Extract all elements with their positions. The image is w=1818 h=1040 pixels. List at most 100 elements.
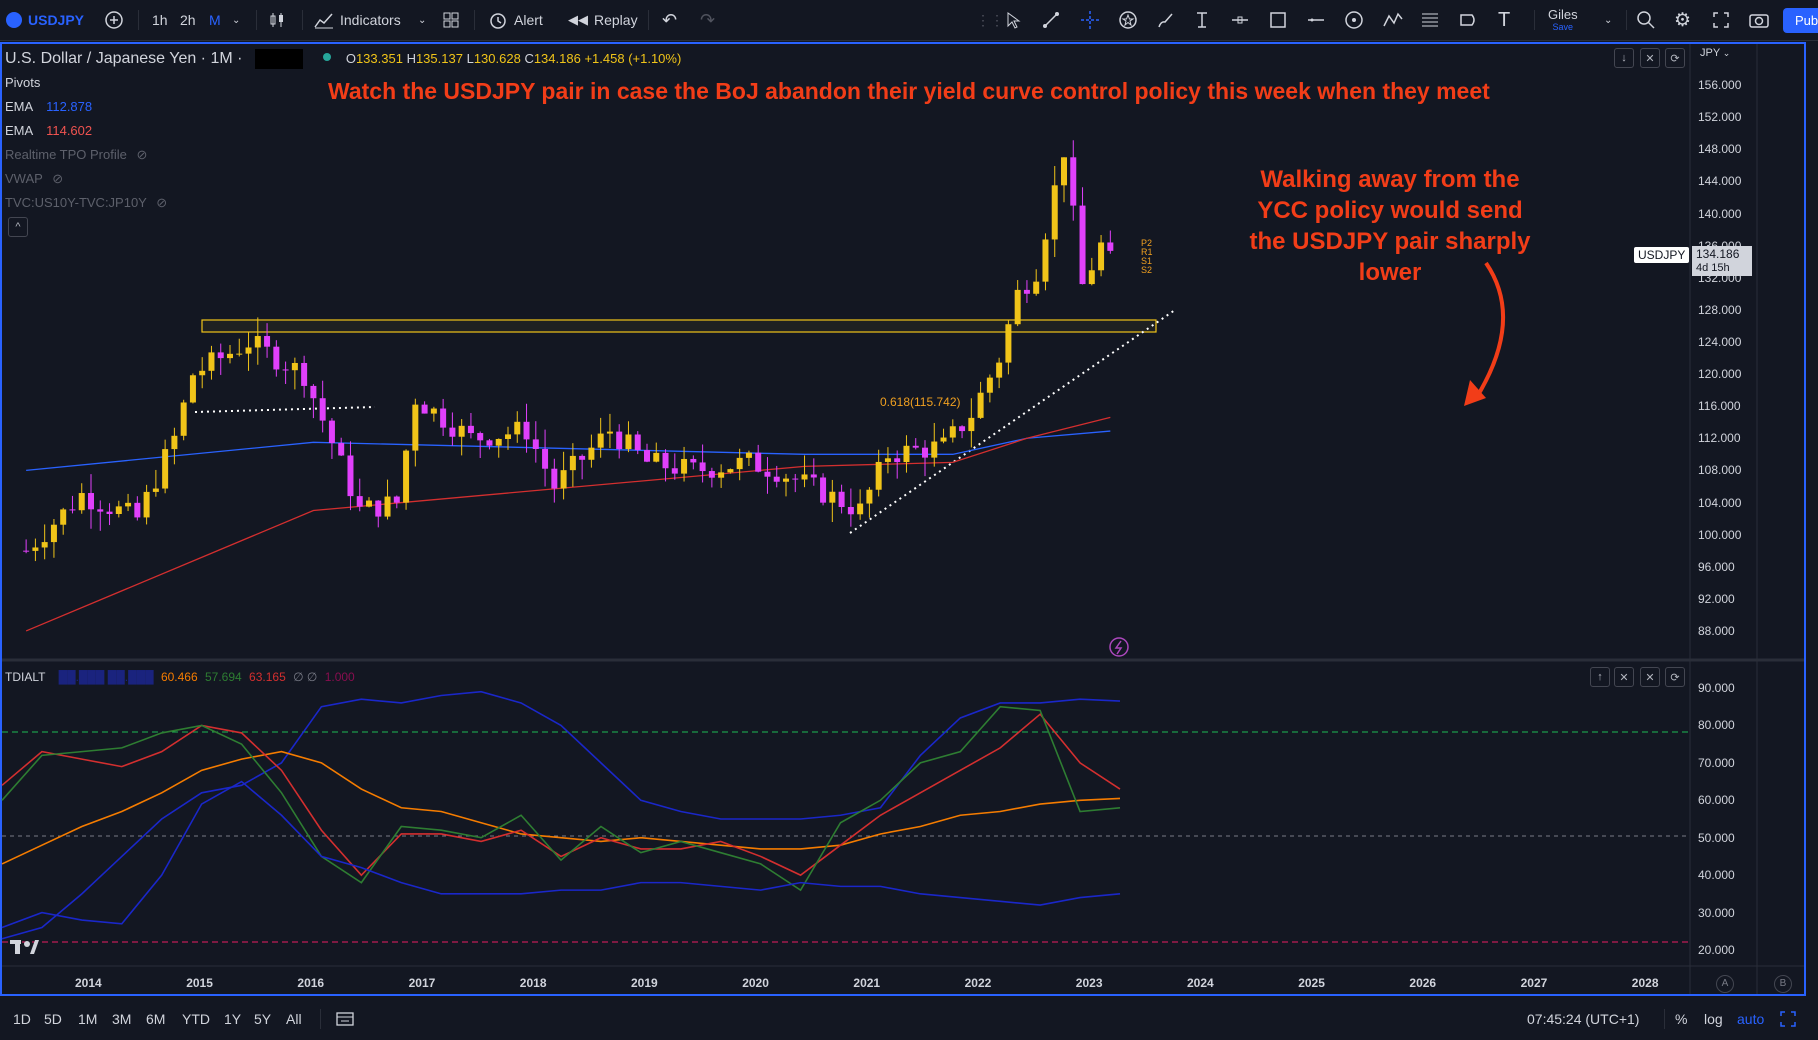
range-ytd[interactable]: YTD (182, 998, 210, 1040)
year-tick: 2022 (964, 976, 992, 990)
expand-icon (1780, 1011, 1796, 1027)
fullscreen-chart-button[interactable] (1780, 998, 1796, 1040)
candle-body (384, 496, 391, 517)
eye-off-icon[interactable]: ⊘ (52, 171, 63, 186)
price-tick: 92.000 (1698, 591, 1735, 606)
tdi-tick: 30.000 (1698, 905, 1735, 920)
ohlc-values: O133.351 H135.137 L130.628 C134.186 +1.4… (346, 51, 682, 66)
range-5y-label: 5Y (254, 1011, 272, 1027)
support-trendline[interactable] (849, 309, 1176, 534)
lightning-icon[interactable] (1109, 637, 1129, 657)
candle-body (532, 439, 539, 450)
pivots-legend[interactable]: Pivots (5, 75, 40, 90)
high-value: 135.137 (415, 51, 463, 67)
price-chart[interactable]: P2 R1 S1 S2 (0, 0, 1818, 1040)
tdi-close-button[interactable]: ✕ (1614, 667, 1634, 687)
tdi-midline-curve (1, 750, 1121, 865)
vwap-legend[interactable]: VWAP ⊘ (5, 171, 63, 187)
year-tick: 2019 (631, 976, 658, 990)
year-tick: 2014 (75, 976, 102, 990)
range-1d[interactable]: 1D (13, 998, 31, 1040)
candle-body (884, 458, 891, 462)
candle-body (227, 353, 233, 359)
tpo-legend[interactable]: Realtime TPO Profile ⊘ (5, 147, 147, 163)
headline-annotation[interactable]: Watch the USDJPY pair in case the BoJ ab… (328, 78, 1490, 105)
bottom-toolbar: 1D 5D 1M 3M 6M YTD 1Y 5Y All 07:45:24 (U… (0, 998, 1818, 1040)
price-tick: 152.000 (1698, 110, 1742, 125)
symbol-price-tag: USDJPY (1634, 247, 1690, 263)
candle-body (847, 506, 854, 515)
currency-selector[interactable]: JPY ⌄ (1700, 47, 1730, 59)
candle-body (236, 353, 243, 355)
eye-off-icon[interactable]: ⊘ (156, 195, 167, 210)
range-5y[interactable]: 5Y (254, 998, 271, 1040)
tdi-lower-line (1, 780, 1121, 929)
tdi-tick: 60.000 (1698, 793, 1735, 808)
tdi-value-extra: 1.000 (324, 670, 355, 684)
auto-scale-a-button[interactable]: A (1716, 975, 1734, 993)
legend-title: U.S. Dollar / Japanese Yen · 1M · (5, 50, 243, 68)
tdi-hidden-value: ██.███ (58, 670, 105, 684)
tdi-legend[interactable]: TDIALT ██.███ ██.███ 60.466 57.694 63.16… (5, 670, 355, 684)
candle-body (1042, 239, 1049, 282)
eye-off-icon[interactable]: ⊘ (136, 147, 147, 162)
candle-body (273, 346, 280, 370)
range-5d-label: 5D (44, 1011, 62, 1027)
candle-body (375, 500, 382, 517)
range-5d[interactable]: 5D (44, 998, 62, 1040)
side-annotation-line: the USDJPY pair sharply (1249, 228, 1531, 255)
range-1y[interactable]: 1Y (224, 998, 241, 1040)
auto-scale-toggle[interactable]: auto (1737, 998, 1764, 1040)
range-all[interactable]: All (286, 998, 302, 1040)
year-tick: 2028 (1631, 976, 1659, 990)
symbol-legend[interactable]: U.S. Dollar / Japanese Yen · 1M · O133.3… (5, 49, 681, 69)
resistance-zone[interactable] (201, 319, 1157, 333)
fib-label[interactable]: 0.618(115.742) (880, 395, 961, 409)
range-1m[interactable]: 1M (78, 998, 97, 1040)
candle-body (1079, 205, 1086, 285)
year-tick: 2025 (1298, 976, 1325, 990)
ema-fast-legend[interactable]: EMA 112.878 (5, 99, 92, 114)
pane-maximize-button[interactable]: ✕ (1640, 48, 1660, 68)
candle-body (894, 458, 901, 463)
year-tick: 2024 (1187, 976, 1214, 990)
percent-label: % (1675, 1011, 1688, 1027)
pane-move-down-button[interactable]: ↓ (1614, 48, 1634, 68)
ema-slow-legend[interactable]: EMA 114.602 (5, 123, 92, 138)
candle-body (560, 470, 567, 489)
tdi-move-up-button[interactable]: ↑ (1590, 667, 1610, 687)
candle-body (662, 452, 669, 469)
tdi-maximize-button[interactable]: ✕ (1640, 667, 1660, 687)
maximize-icon: ✕ (1645, 52, 1655, 65)
tpo-label: Realtime TPO Profile (5, 147, 127, 162)
range-3m[interactable]: 3M (112, 998, 131, 1040)
chevron-up-icon: ^ (15, 221, 21, 233)
svg-text:S2: S2 (1141, 265, 1152, 275)
chevron-down-icon: ⌄ (1720, 48, 1731, 58)
candle-body (199, 370, 206, 376)
candles[interactable] (23, 140, 1114, 562)
candle-body (634, 434, 641, 451)
log-scale-toggle[interactable]: log (1704, 998, 1723, 1040)
side-annotation[interactable]: Walking away from the YCC policy would s… (1218, 164, 1562, 288)
pane-settings-button[interactable]: ⟳ (1665, 48, 1685, 68)
goto-date-button[interactable] (336, 998, 354, 1040)
tdi-settings-button[interactable]: ⟳ (1665, 667, 1685, 687)
candle-body (245, 347, 252, 354)
candle-body (736, 457, 743, 470)
pivot-line[interactable] (194, 406, 376, 413)
range-6m[interactable]: 6M (146, 998, 165, 1040)
range-6m-label: 6M (146, 1011, 166, 1027)
year-tick: 2017 (408, 976, 436, 990)
collapse-legend-button[interactable]: ^ (8, 217, 28, 237)
price-tick: 100.000 (1698, 527, 1742, 542)
candle-body (50, 524, 57, 543)
candle-body (606, 431, 613, 434)
spread-legend[interactable]: TVC:US10Y-TVC:JP10Y ⊘ (5, 195, 167, 211)
timezone-clock[interactable]: 07:45:24 (UTC+1) (1527, 998, 1639, 1040)
side-annotation-line: lower (1358, 259, 1422, 286)
percent-scale-toggle[interactable]: % (1675, 998, 1687, 1040)
candle-body (88, 493, 94, 510)
auto-scale-b-button[interactable]: B (1774, 975, 1792, 993)
candle-body (208, 352, 215, 371)
